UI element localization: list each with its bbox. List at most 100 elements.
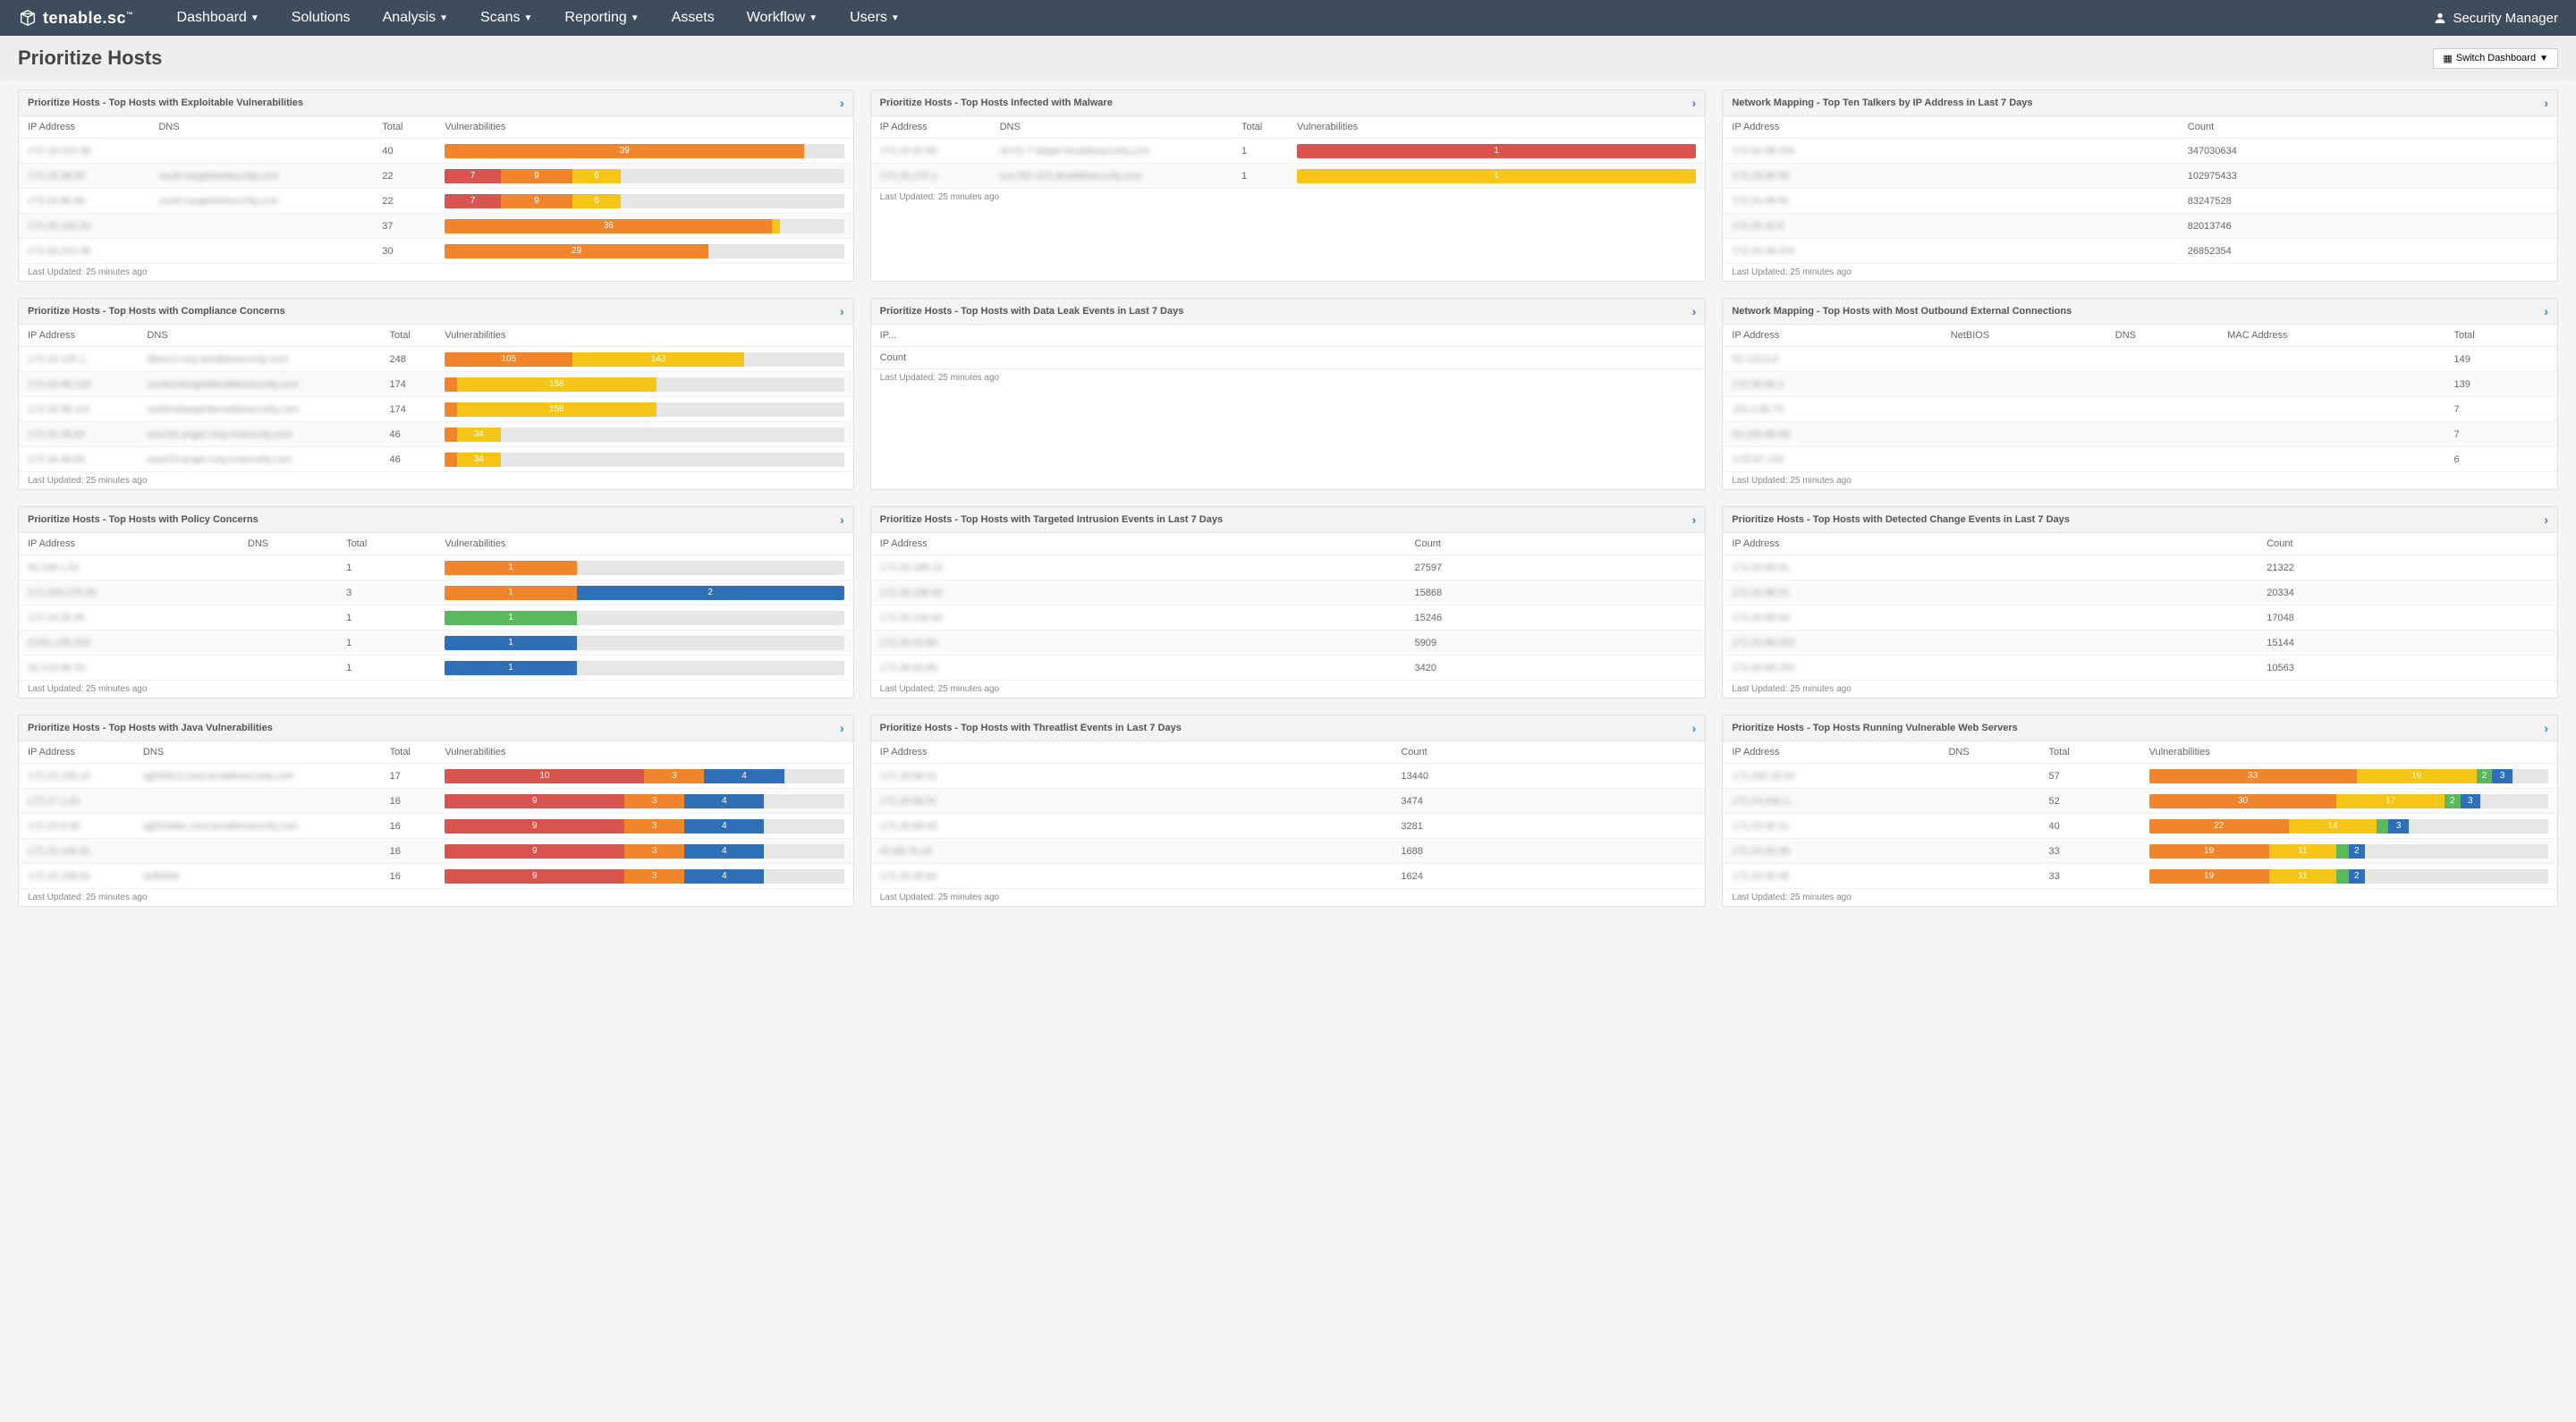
ip-address[interactable]: 172.305.278.56 xyxy=(28,588,96,598)
table-row[interactable]: 172.26.88.25310563 xyxy=(1723,656,2557,681)
table-row[interactable]: 172.23.159.10agD6813.corp.tenablesecurit… xyxy=(19,764,853,789)
ip-address[interactable]: 172.26.88.91 xyxy=(1732,563,1789,573)
ip-address[interactable]: 172.27.1.62 xyxy=(28,796,80,807)
table-row[interactable]: 172.26.88.8317048 xyxy=(1723,605,2557,631)
table-row[interactable]: 172.23.90.514022143 xyxy=(1723,814,2557,839)
ip-address[interactable]: 172.26.40.84 xyxy=(880,638,937,648)
ip-address[interactable]: 172.23.9.45 xyxy=(28,821,80,832)
table-row[interactable]: 172.26.276.1...scs.991.415.tenablesecuri… xyxy=(871,164,1706,189)
ip-address[interactable]: 50.239.1.51 xyxy=(28,563,80,573)
switch-dashboard-button[interactable]: ▦ Switch Dashboard ▼ xyxy=(2433,48,2558,69)
chevron-right-icon[interactable]: › xyxy=(1692,304,1697,318)
table-row[interactable]: 172.305.278.56312 xyxy=(19,580,853,605)
table-row[interactable]: 172.26.88.9121322 xyxy=(1723,555,2557,580)
table-row[interactable]: 172.26.48.25426852354 xyxy=(1723,239,2557,264)
table-row[interactable]: 4.53.87.2436 xyxy=(1723,447,2557,472)
ip-address[interactable]: 172.26.40.6 xyxy=(1732,221,1784,232)
table-row[interactable]: 172.18.88.9113440 xyxy=(871,764,1706,789)
ip-address[interactable]: 172.26.90.90 xyxy=(880,146,937,157)
table-row[interactable]: 172.26.100.9215246 xyxy=(871,605,1706,631)
table-row[interactable]: 172.26.88.110centerwtarget4tenablesecuri… xyxy=(19,397,853,422)
ip-address[interactable]: 172.36.40.86 xyxy=(880,663,937,673)
ip-address[interactable]: 172.23.90.95 xyxy=(1732,846,1789,857)
table-row[interactable]: 4.591.186.20011 xyxy=(19,631,853,656)
table-row[interactable]: 52.206.88.687 xyxy=(1723,422,2557,447)
table-row[interactable]: 172.23.9.45agDHiddo.corp.tenablesecurity… xyxy=(19,814,853,839)
chevron-right-icon[interactable]: › xyxy=(2544,304,2548,318)
ip-address[interactable]: 172.26.100.92 xyxy=(880,613,943,623)
table-row[interactable]: 172.92.88.254347030634 xyxy=(1723,139,2557,164)
nav-item-scans[interactable]: Scans▼ xyxy=(464,0,548,36)
ip-address[interactable]: 172.26.210.98 xyxy=(28,246,90,257)
table-row[interactable]: 172.26.88.25315144 xyxy=(1723,631,2557,656)
table-row[interactable]: 172.26.40.841624 xyxy=(871,864,1706,889)
chevron-right-icon[interactable]: › xyxy=(1692,721,1697,735)
ip-address[interactable]: 172.26.88.81 xyxy=(1732,196,1789,207)
table-row[interactable]: 172.26.88.933281 xyxy=(871,814,1706,839)
table-row[interactable]: 172.26.48.83ess193.angel.corp.insecurity… xyxy=(19,447,853,472)
ip-address[interactable]: 172.23.159.10 xyxy=(28,771,90,782)
ip-address[interactable]: 172.26.88.83 xyxy=(1732,613,1789,623)
table-row[interactable]: 172.26.210.983029 xyxy=(19,239,853,264)
ip-address[interactable]: 172.26.88.253 xyxy=(1732,638,1794,648)
chevron-right-icon[interactable]: › xyxy=(2544,721,2548,735)
table-row[interactable]: 172.36.40.863420 xyxy=(871,656,1706,681)
table-row[interactable]: 172.23.90.953319112 xyxy=(1723,839,2557,864)
table-row[interactable]: 172.26.88.9120334 xyxy=(1723,580,2557,605)
table-row[interactable]: 172.26.198.9315868 xyxy=(871,580,1706,605)
table-row[interactable]: 52.119.9.8149 xyxy=(1723,347,2557,372)
ip-address[interactable]: 172.26.88.91 xyxy=(880,796,937,807)
ip-address[interactable]: 52.206.88.68 xyxy=(1732,429,1789,440)
table-row[interactable]: 172.28.88.90102975433 xyxy=(1723,164,2557,189)
table-row[interactable]: 50.239.1.5111 xyxy=(19,555,853,580)
ip-address[interactable]: 172.26.276.1... xyxy=(880,171,945,182)
table-row[interactable]: 172.23.206.1...52301723 xyxy=(1723,789,2557,814)
ip-address[interactable]: 172.26.198.93 xyxy=(880,588,943,598)
user-menu[interactable]: Security Manager xyxy=(2433,11,2558,26)
ip-address[interactable]: 42.88.78.18 xyxy=(880,846,932,857)
ip-address[interactable]: 172.26.40.84 xyxy=(880,871,937,882)
table-row[interactable]: 172.26.88.89south.targetnetsecurity.com2… xyxy=(19,164,853,189)
table-row[interactable]: 172.18.210.984039 xyxy=(19,139,853,164)
chevron-right-icon[interactable]: › xyxy=(2544,96,2548,110)
nav-item-solutions[interactable]: Solutions xyxy=(275,0,367,36)
ip-address[interactable]: 4.53.87.243 xyxy=(1732,454,1784,465)
ip-address[interactable]: 4.591.186.200 xyxy=(28,638,90,648)
table-row[interactable]: 172.26.40.682013746 xyxy=(1723,214,2557,239)
table-row[interactable]: 172.26.240.943736 xyxy=(19,214,853,239)
ip-address[interactable]: 172.26.198.10 xyxy=(880,563,943,573)
ip-address[interactable]: 172.26.48.254 xyxy=(1732,246,1794,257)
table-row[interactable]: 172.26.88.8183247528 xyxy=(1723,189,2557,214)
ip-address[interactable]: 172.18.210.98 xyxy=(28,146,90,157)
brand[interactable]: tenable.sc™ xyxy=(18,8,134,28)
table-row[interactable]: 172.26.88.89south.targetnetsecurity.com2… xyxy=(19,189,853,214)
table-row[interactable]: 172.26.40.845909 xyxy=(871,631,1706,656)
ip-address[interactable]: 172.26.240.94 xyxy=(28,221,90,232)
nav-item-reporting[interactable]: Reporting▼ xyxy=(548,0,655,36)
table-row[interactable]: 172.90.99.1139 xyxy=(1723,372,2557,397)
ip-address[interactable]: 172.26.88.89 xyxy=(28,196,85,207)
table-row[interactable]: 172.23.90.953319112 xyxy=(1723,864,2557,889)
nav-item-assets[interactable]: Assets xyxy=(656,0,731,36)
ip-address[interactable]: 172.18.88.91 xyxy=(880,771,937,782)
ip-address[interactable]: 172.23.108.91 xyxy=(28,871,90,882)
ip-address[interactable]: 172.90.99.1 xyxy=(1732,379,1784,390)
table-row[interactable]: 172.26.48.82ess193.angel.corp.insecurity… xyxy=(19,422,853,447)
ip-address[interactable]: 172.28.88.90 xyxy=(1732,171,1789,182)
table-row[interactable]: 172.290.18.5457331923 xyxy=(1723,764,2557,789)
table-row[interactable]: 172.26.88.913474 xyxy=(871,789,1706,814)
table-row[interactable]: 42.88.78.181688 xyxy=(871,839,1706,864)
ip-address[interactable]: 20.219.96.43 xyxy=(28,663,85,673)
table-row[interactable]: 20.219.96.4311 xyxy=(19,656,853,681)
chevron-right-icon[interactable]: › xyxy=(840,512,844,527)
ip-address[interactable]: 172.26.108.91 xyxy=(28,846,90,857)
ip-address[interactable]: 152.2.80.75 xyxy=(1732,404,1784,415)
ip-address[interactable]: 172.26.88.93 xyxy=(880,821,937,832)
nav-item-workflow[interactable]: Workflow▼ xyxy=(731,0,834,36)
nav-item-dashboard[interactable]: Dashboard▼ xyxy=(161,0,275,36)
ip-address[interactable]: 172.26.88.109 xyxy=(28,379,90,390)
table-row[interactable]: 172.27.1.6216934 xyxy=(19,789,853,814)
table-row[interactable]: 172.26.198.1027597 xyxy=(871,555,1706,580)
nav-item-users[interactable]: Users▼ xyxy=(834,0,916,36)
ip-address[interactable]: 172.26.48.82 xyxy=(28,429,85,440)
